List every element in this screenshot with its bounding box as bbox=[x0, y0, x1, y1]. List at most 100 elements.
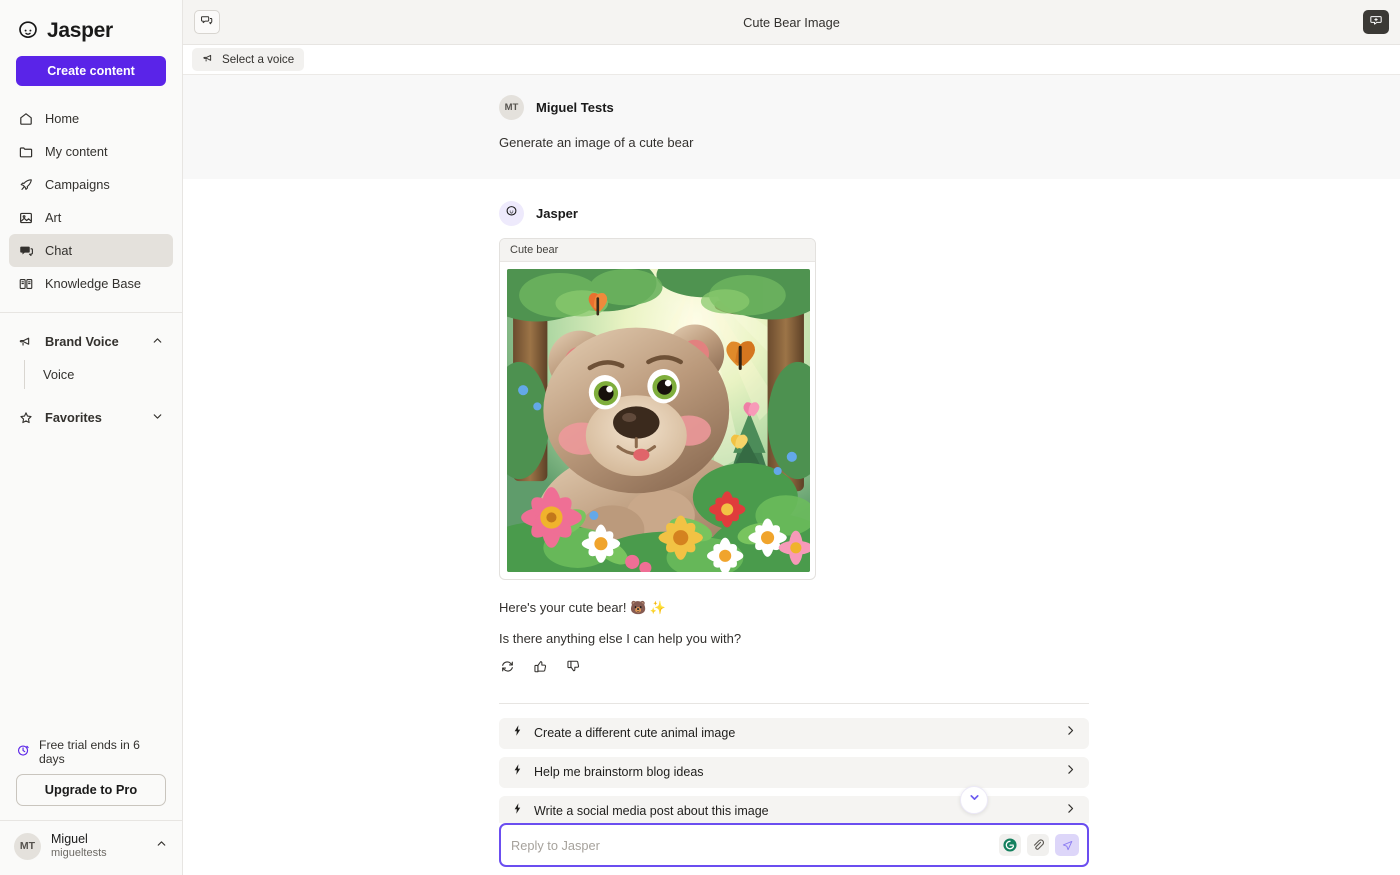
composer-area bbox=[183, 823, 1400, 875]
suggestion-label: Help me brainstorm blog ideas bbox=[534, 765, 704, 780]
chat-icon bbox=[18, 243, 34, 259]
paperclip-icon[interactable] bbox=[1027, 834, 1049, 856]
book-icon bbox=[18, 276, 34, 292]
app-root: Jasper Create content Home My content Ca… bbox=[0, 0, 1400, 875]
sidebar-item-label: Art bbox=[45, 210, 62, 225]
sidebar-item-label: Home bbox=[45, 111, 80, 126]
toggle-chat-panel-button[interactable] bbox=[194, 10, 220, 34]
message-inner: MT Miguel Tests Generate an image of a c… bbox=[499, 95, 1089, 153]
message-user: MT Miguel Tests Generate an image of a c… bbox=[183, 75, 1400, 179]
sidebar-item-label: My content bbox=[45, 144, 108, 159]
new-chat-button[interactable] bbox=[1363, 10, 1389, 34]
message-actions bbox=[499, 658, 1089, 675]
sidebar-item-campaigns[interactable]: Campaigns bbox=[9, 168, 173, 201]
avatar: MT bbox=[14, 832, 41, 860]
chat-panel-icon bbox=[200, 13, 214, 32]
assistant-line-1: Here's your cute bear! 🐻 ✨ bbox=[499, 599, 667, 615]
new-chat-icon bbox=[1369, 13, 1383, 32]
jasper-blob-logo-icon bbox=[16, 19, 40, 43]
user-name: Miguel bbox=[51, 831, 88, 846]
home-icon bbox=[18, 111, 34, 127]
sidebar: Jasper Create content Home My content Ca… bbox=[0, 0, 183, 875]
sidebar-divider bbox=[0, 312, 182, 313]
avatar bbox=[499, 200, 524, 226]
thumbs-down-icon[interactable] bbox=[565, 658, 582, 675]
select-voice-button[interactable]: Select a voice bbox=[192, 48, 305, 71]
assistant-line-2: Is there anything else I can help you wi… bbox=[499, 630, 742, 646]
page-title: Cute Bear Image bbox=[743, 14, 840, 30]
section-divider bbox=[499, 702, 1089, 704]
suggestion-label: Create a different cute animal image bbox=[534, 726, 736, 741]
brand-name: Jasper bbox=[47, 19, 113, 42]
megaphone-icon bbox=[202, 52, 215, 68]
chevron-right-icon bbox=[1064, 802, 1077, 820]
generated-image-card[interactable]: Cute bear bbox=[499, 237, 816, 580]
create-content-button[interactable]: Create content bbox=[16, 56, 166, 86]
suggestion-item[interactable]: Create a different cute animal image bbox=[499, 717, 1089, 749]
jasper-blob-logo-icon bbox=[504, 204, 519, 222]
chevron-right-icon bbox=[1064, 724, 1077, 742]
sidebar-item-chat[interactable]: Chat bbox=[9, 234, 173, 267]
chevron-up-icon bbox=[155, 837, 168, 855]
topbar: Cute Bear Image bbox=[183, 0, 1400, 45]
send-button[interactable] bbox=[1055, 834, 1079, 856]
message-text: Generate an image of a cute bear bbox=[499, 135, 694, 150]
brand: Jasper bbox=[0, 0, 182, 46]
brand-voice-children: Voice bbox=[0, 360, 182, 389]
image-card-label: Cute bear bbox=[500, 238, 815, 262]
trial-text: Free trial ends in 6 days bbox=[39, 737, 140, 766]
scroll-to-bottom-button[interactable] bbox=[960, 786, 988, 814]
sidebar-item-label: Knowledge Base bbox=[45, 276, 142, 291]
user-profile[interactable]: MT Miguel migueltests bbox=[0, 819, 182, 875]
chevron-down-icon bbox=[151, 410, 164, 426]
user-info: Miguel migueltests bbox=[51, 832, 107, 861]
chevron-right-icon bbox=[1064, 763, 1077, 781]
chevron-down-icon bbox=[968, 791, 981, 809]
sidebar-item-label: Campaigns bbox=[45, 177, 110, 192]
rocket-icon bbox=[18, 177, 34, 193]
sidebar-item-my-content[interactable]: My content bbox=[9, 135, 173, 168]
message-author: Jasper bbox=[536, 205, 578, 221]
image-icon bbox=[18, 210, 34, 226]
message-inner: Jasper Cute bear Here's your cute bear! … bbox=[499, 200, 1089, 675]
generated-bear-image[interactable] bbox=[507, 268, 810, 572]
thumbs-up-icon[interactable] bbox=[532, 658, 549, 675]
suggestion-item[interactable]: Help me brainstorm blog ideas bbox=[499, 756, 1089, 788]
sidebar-item-label: Chat bbox=[45, 243, 73, 258]
message-header: Jasper bbox=[499, 200, 1089, 226]
sidebar-section-brand-voice[interactable]: Brand Voice bbox=[0, 325, 182, 358]
clock-icon bbox=[16, 743, 31, 761]
image-card-body bbox=[500, 262, 815, 579]
sidebar-section-label: Brand Voice bbox=[45, 334, 119, 349]
message-assistant: Jasper Cute bear Here's your cute bear! … bbox=[183, 178, 1400, 675]
suggestion-label: Write a social media post about this ima… bbox=[534, 804, 769, 819]
message-header: MT Miguel Tests bbox=[499, 95, 1089, 120]
conversation-scroll-area[interactable]: MT Miguel Tests Generate an image of a c… bbox=[183, 75, 1400, 875]
chevron-up-icon bbox=[151, 334, 164, 350]
sidebar-item-art[interactable]: Art bbox=[9, 201, 173, 234]
sidebar-item-voice[interactable]: Voice bbox=[24, 360, 182, 389]
grammarly-icon[interactable] bbox=[999, 834, 1021, 856]
sidebar-nav: Home My content Campaigns Art Chat Knowl… bbox=[0, 102, 182, 300]
reply-input[interactable] bbox=[511, 825, 999, 865]
sidebar-item-home[interactable]: Home bbox=[9, 102, 173, 135]
user-handle: migueltests bbox=[51, 847, 107, 860]
upgrade-to-pro-button[interactable]: Upgrade to Pro bbox=[16, 773, 166, 806]
composer[interactable] bbox=[499, 823, 1089, 867]
sidebar-item-knowledge-base[interactable]: Knowledge Base bbox=[9, 267, 173, 300]
lightning-icon bbox=[511, 763, 524, 781]
select-voice-label: Select a voice bbox=[222, 53, 295, 66]
voice-bar: Select a voice bbox=[183, 45, 1400, 75]
trial-status: Free trial ends in 6 days bbox=[0, 738, 182, 766]
megaphone-icon bbox=[18, 334, 34, 350]
avatar: MT bbox=[499, 95, 524, 120]
main-panel: Cute Bear Image Select a voice MT Miguel… bbox=[183, 0, 1400, 875]
star-icon bbox=[18, 410, 34, 426]
lightning-icon bbox=[511, 724, 524, 742]
regenerate-icon[interactable] bbox=[499, 658, 516, 675]
suggestion-list: Create a different cute animal image Hel… bbox=[499, 717, 1089, 827]
message-author: Miguel Tests bbox=[536, 100, 614, 115]
sidebar-section-label: Favorites bbox=[45, 410, 102, 425]
sidebar-section-favorites[interactable]: Favorites bbox=[0, 401, 182, 434]
